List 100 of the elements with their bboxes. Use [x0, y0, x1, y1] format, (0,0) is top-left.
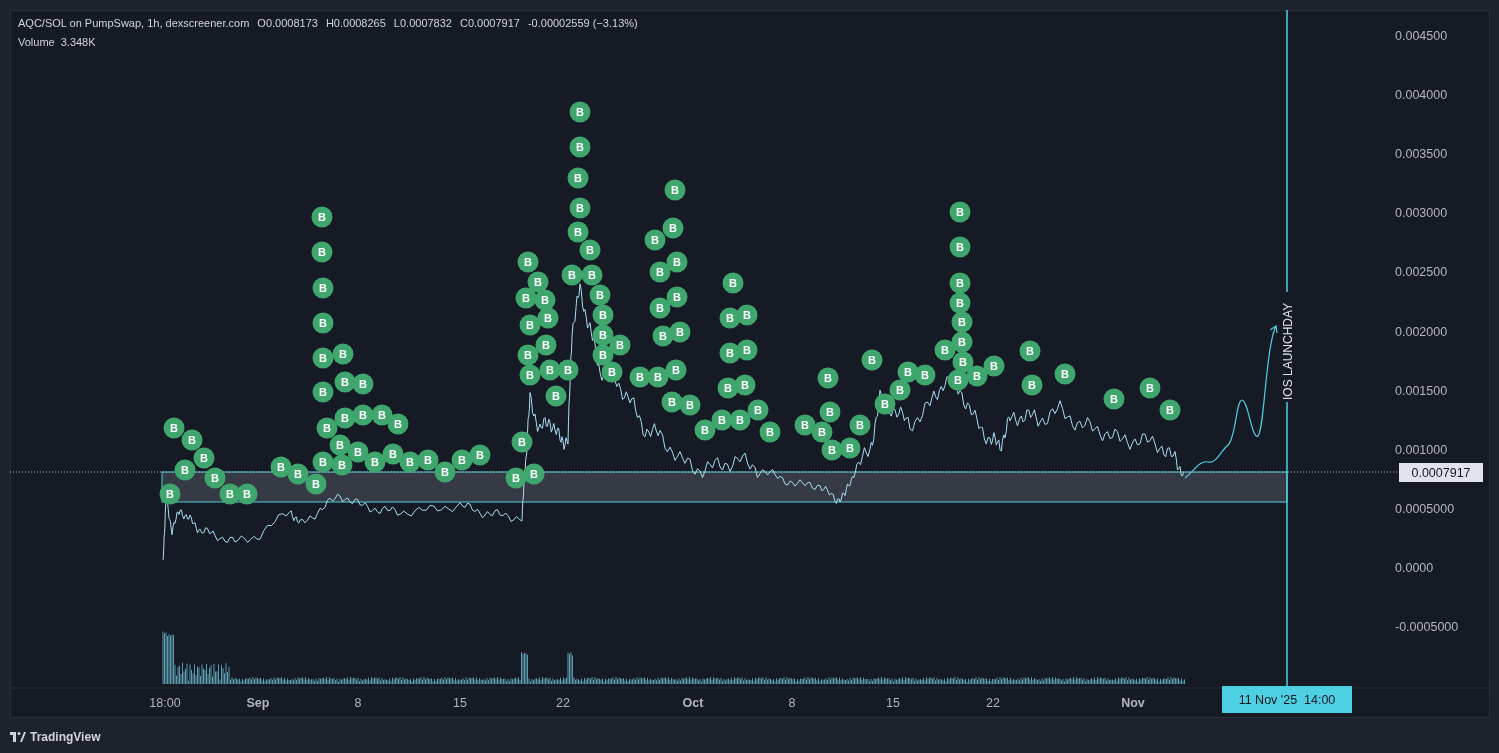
buy-marker: B	[949, 236, 971, 258]
buy-marker: B	[649, 261, 671, 283]
buy-marker: B	[664, 179, 686, 201]
buy-marker: B	[629, 366, 651, 388]
buy-marker: B	[352, 404, 374, 426]
buy-marker: B	[287, 463, 309, 485]
buy-marker: B	[519, 364, 541, 386]
last-price-tag: 0.0007917	[1399, 463, 1483, 482]
buy-marker: B	[311, 206, 333, 228]
buy-marker: B	[312, 312, 334, 334]
buy-marker: B	[334, 407, 356, 429]
buy-marker: B	[270, 456, 292, 478]
symbol-title: AQC/SOL on PumpSwap, 1h, dexscreener.com	[18, 16, 250, 31]
buy-marker: B	[569, 101, 591, 123]
buy-marker: B	[592, 324, 614, 346]
time-axis-label: 8	[788, 696, 796, 710]
buy-marker: B	[647, 366, 669, 388]
buy-marker: B	[666, 286, 688, 308]
buy-marker: B	[1139, 377, 1161, 399]
buy-marker: B	[181, 429, 203, 451]
buy-marker: B	[839, 437, 861, 459]
buy-marker: B	[665, 359, 687, 381]
time-axis-label: 8	[354, 696, 362, 710]
buy-marker: B	[1021, 374, 1043, 396]
buy-marker: B	[649, 297, 671, 319]
buy-marker: B	[669, 321, 691, 343]
buy-marker: B	[511, 431, 533, 453]
time-axis-label: 15	[453, 696, 467, 710]
price-axis-label: 0.001500	[1395, 383, 1448, 398]
price-axis-label: 0.004500	[1395, 29, 1448, 43]
buy-marker: B	[334, 371, 356, 393]
buy-marker: B	[734, 374, 756, 396]
ohlc-value: O0.0008173	[257, 16, 318, 31]
buy-marker: B	[515, 287, 537, 309]
buy-marker: B	[736, 339, 758, 361]
buy-marker: B	[545, 385, 567, 407]
time-axis-label: 18:00	[149, 696, 181, 710]
price-axis-label: 0.002500	[1395, 265, 1448, 280]
buy-marker: B	[592, 304, 614, 326]
time-axis-label: Oct	[682, 696, 704, 710]
buy-marker: B	[581, 264, 603, 286]
buy-marker: B	[312, 277, 334, 299]
buy-marker: B	[174, 459, 196, 481]
buy-marker: B	[1054, 363, 1076, 385]
price-axis-label: 0.003500	[1395, 147, 1448, 162]
buy-marker: B	[451, 449, 473, 471]
buy-marker: B	[889, 379, 911, 401]
buy-marker: B	[951, 331, 973, 353]
buy-marker: B	[535, 334, 557, 356]
buy-marker: B	[983, 355, 1005, 377]
buy-marker: B	[312, 451, 334, 473]
buy-marker: B	[557, 359, 579, 381]
buy-marker: B	[729, 409, 751, 431]
event-annotation: IOS LAUNCHDAY	[1281, 302, 1295, 400]
buy-marker: B	[569, 197, 591, 219]
price-axis-label: 0.004000	[1395, 88, 1448, 103]
buy-marker: B	[523, 463, 545, 485]
time-axis-label: 22	[986, 696, 1000, 710]
buy-marker: B	[874, 393, 896, 415]
price-axis-label: 0.001000	[1395, 442, 1448, 457]
buy-marker: B	[759, 421, 781, 443]
buy-marker: B	[193, 447, 215, 469]
buy-marker: B	[537, 307, 559, 329]
buy-marker: B	[567, 221, 589, 243]
time-axis-label: Nov	[1121, 696, 1145, 710]
buy-marker: B	[579, 239, 601, 261]
buy-marker: B	[352, 373, 374, 395]
buy-marker: B	[947, 369, 969, 391]
buy-marker: B	[662, 217, 684, 239]
buy-marker: B	[311, 241, 333, 263]
buy-marker: B	[517, 251, 539, 273]
time-axis-label: Sep	[246, 696, 270, 710]
buy-marker: B	[329, 434, 351, 456]
logo-icon[interactable]	[10, 731, 26, 742]
crosshair-time-tag: 11 Nov '25 14:00	[1222, 686, 1352, 713]
buy-marker: B	[1103, 388, 1125, 410]
buy-marker: B	[312, 347, 334, 369]
buy-marker: B	[505, 467, 527, 489]
price-axis-label: -0.0005000	[1395, 620, 1459, 634]
buy-marker: B	[332, 343, 354, 365]
buy-marker: B	[711, 409, 733, 431]
buy-marker: B	[601, 361, 623, 383]
buy-marker: B	[966, 365, 988, 387]
buy-marker: B	[811, 421, 833, 443]
buy-marker: B	[519, 314, 541, 336]
buy-marker: B	[159, 483, 181, 505]
buy-marker: B	[561, 264, 583, 286]
buy-marker: B	[661, 391, 683, 413]
price-axis-label: 0.003000	[1395, 206, 1448, 221]
buy-marker: B	[666, 251, 688, 273]
buy-marker: B	[819, 401, 841, 423]
buy-marker: B	[861, 349, 883, 371]
price-axis-label: 0.0005000	[1395, 501, 1455, 516]
buy-marker: B	[609, 334, 631, 356]
buy-marker: B	[747, 399, 769, 421]
buy-marker: B	[163, 417, 185, 439]
volume-value: 3.348K	[60, 34, 96, 50]
buy-marker: B	[417, 449, 439, 471]
buy-marker: B	[679, 394, 701, 416]
brand-name[interactable]: TradingView	[30, 727, 101, 746]
